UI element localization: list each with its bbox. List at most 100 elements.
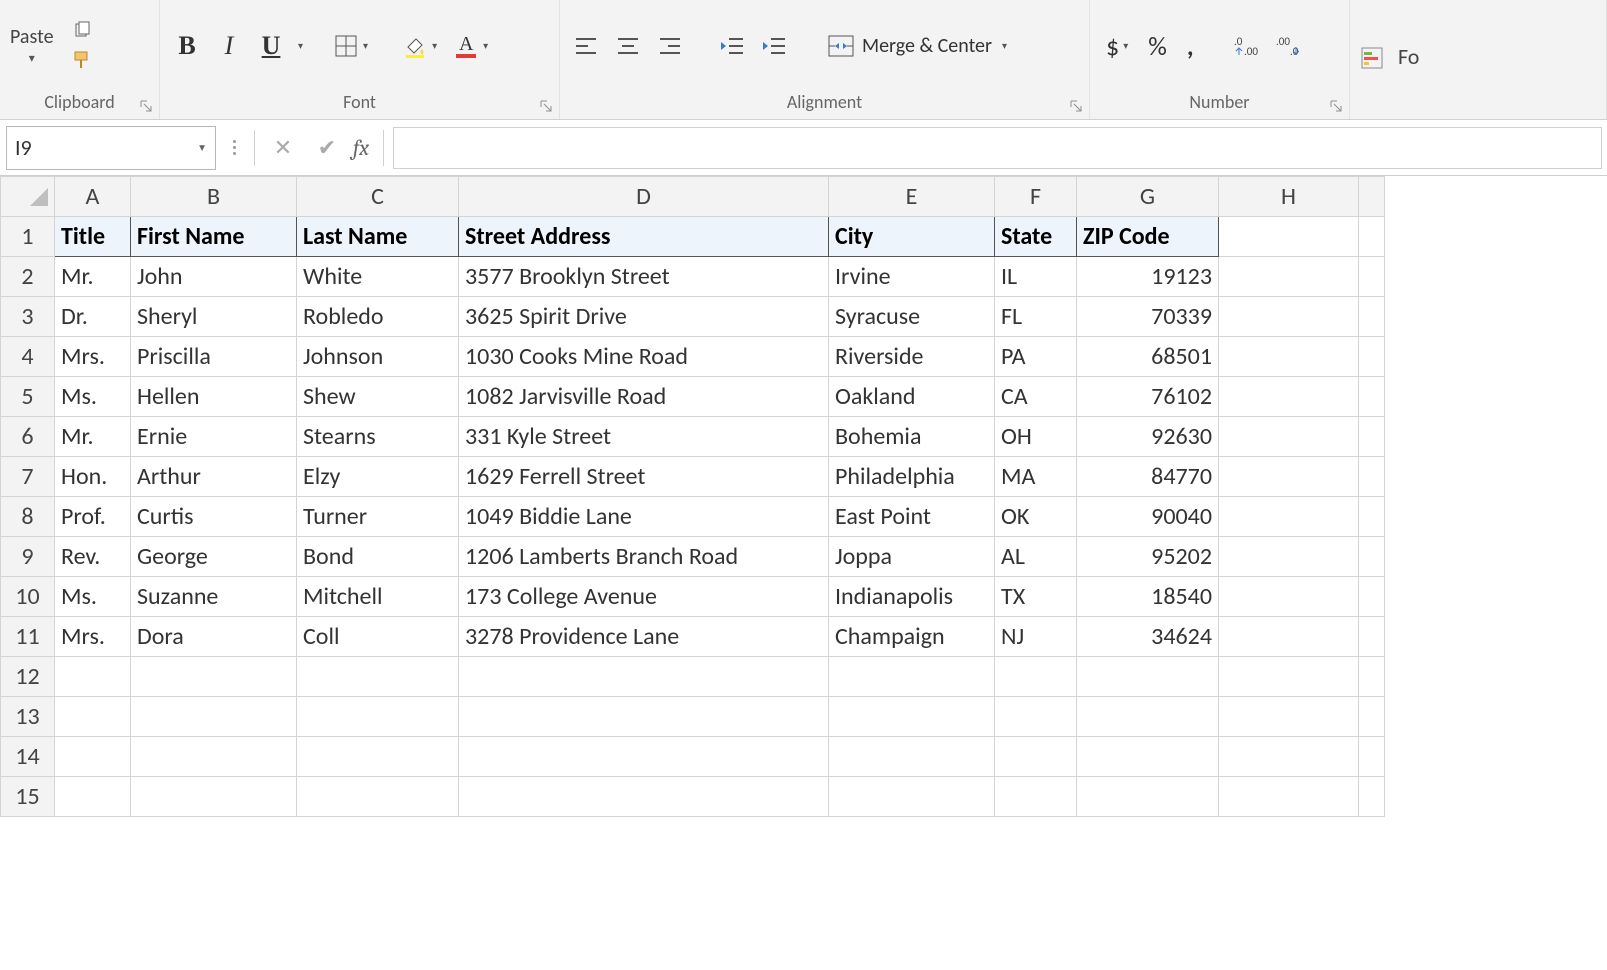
font-dialog-launcher-icon[interactable] bbox=[537, 97, 555, 115]
row-header-10[interactable]: 10 bbox=[1, 577, 55, 617]
row-header-6[interactable]: 6 bbox=[1, 417, 55, 457]
cell[interactable]: 95202 bbox=[1077, 537, 1219, 577]
cell[interactable] bbox=[1219, 617, 1359, 657]
cell[interactable] bbox=[1077, 737, 1219, 777]
cell[interactable] bbox=[1359, 337, 1385, 377]
name-box-dropdown-icon[interactable]: ▼ bbox=[197, 141, 207, 154]
conditional-format-partial[interactable] bbox=[1360, 43, 1384, 71]
cell[interactable] bbox=[1219, 497, 1359, 537]
cell[interactable] bbox=[1359, 497, 1385, 537]
cell[interactable] bbox=[1077, 777, 1219, 817]
cell[interactable] bbox=[995, 697, 1077, 737]
cell[interactable]: Elzy bbox=[297, 457, 459, 497]
cell[interactable] bbox=[1219, 337, 1359, 377]
cell[interactable]: 76102 bbox=[1077, 377, 1219, 417]
cell[interactable]: Ms. bbox=[55, 377, 131, 417]
cell[interactable] bbox=[459, 777, 829, 817]
align-center-icon[interactable] bbox=[612, 30, 644, 62]
cell[interactable]: Riverside bbox=[829, 337, 995, 377]
col-header-E[interactable]: E bbox=[829, 177, 995, 217]
cell[interactable] bbox=[55, 737, 131, 777]
spreadsheet-grid[interactable]: A B C D E F G H 1TitleFirst NameLast Nam… bbox=[0, 176, 1385, 817]
cell[interactable]: John bbox=[131, 257, 297, 297]
col-header-H[interactable]: H bbox=[1219, 177, 1359, 217]
cell[interactable]: 1049 Biddie Lane bbox=[459, 497, 829, 537]
cell[interactable]: CA bbox=[995, 377, 1077, 417]
cell[interactable] bbox=[1219, 777, 1359, 817]
cell[interactable] bbox=[1359, 777, 1385, 817]
cell[interactable] bbox=[1077, 697, 1219, 737]
cell[interactable]: Mrs. bbox=[55, 617, 131, 657]
cell[interactable]: 34624 bbox=[1077, 617, 1219, 657]
cell[interactable] bbox=[1219, 377, 1359, 417]
cell[interactable]: Hellen bbox=[131, 377, 297, 417]
cell[interactable]: Mr. bbox=[55, 417, 131, 457]
paste-button[interactable]: Paste bbox=[10, 25, 54, 49]
cell[interactable] bbox=[1359, 657, 1385, 697]
col-header-C[interactable]: C bbox=[297, 177, 459, 217]
cell[interactable] bbox=[459, 697, 829, 737]
formula-input[interactable] bbox=[394, 128, 1601, 168]
cell[interactable]: Dr. bbox=[55, 297, 131, 337]
cell[interactable] bbox=[1359, 617, 1385, 657]
row-header-3[interactable]: 3 bbox=[1, 297, 55, 337]
cell[interactable]: Rev. bbox=[55, 537, 131, 577]
cell[interactable]: 3278 Providence Lane bbox=[459, 617, 829, 657]
cell[interactable] bbox=[459, 657, 829, 697]
fill-color-button[interactable]: ▾ bbox=[398, 31, 441, 61]
merge-center-button[interactable]: Merge & Center ▾ bbox=[820, 30, 1015, 62]
clipboard-dialog-launcher-icon[interactable] bbox=[137, 97, 155, 115]
cell[interactable]: 19123 bbox=[1077, 257, 1219, 297]
number-dialog-launcher-icon[interactable] bbox=[1327, 97, 1345, 115]
cell[interactable]: 90040 bbox=[1077, 497, 1219, 537]
cell[interactable]: NJ bbox=[995, 617, 1077, 657]
cell[interactable]: Prof. bbox=[55, 497, 131, 537]
cell[interactable] bbox=[131, 777, 297, 817]
cell[interactable]: FL bbox=[995, 297, 1077, 337]
cell[interactable]: 331 Kyle Street bbox=[459, 417, 829, 457]
cell[interactable]: Syracuse bbox=[829, 297, 995, 337]
decrease-decimal-icon[interactable]: .00.0 bbox=[1272, 29, 1306, 63]
row-header-5[interactable]: 5 bbox=[1, 377, 55, 417]
alignment-dialog-launcher-icon[interactable] bbox=[1067, 97, 1085, 115]
spreadsheet-area[interactable]: A B C D E F G H 1TitleFirst NameLast Nam… bbox=[0, 176, 1607, 970]
cell[interactable] bbox=[995, 657, 1077, 697]
cell[interactable]: Coll bbox=[297, 617, 459, 657]
cell[interactable] bbox=[829, 777, 995, 817]
cell[interactable] bbox=[1219, 217, 1359, 257]
cell[interactable] bbox=[131, 697, 297, 737]
cell[interactable] bbox=[1219, 697, 1359, 737]
cell[interactable]: White bbox=[297, 257, 459, 297]
cell[interactable]: 68501 bbox=[1077, 337, 1219, 377]
confirm-entry-icon[interactable]: ✔ bbox=[309, 130, 345, 166]
cell[interactable] bbox=[1359, 417, 1385, 457]
col-header-F[interactable]: F bbox=[995, 177, 1077, 217]
cell[interactable] bbox=[131, 737, 297, 777]
cell[interactable]: Stearns bbox=[297, 417, 459, 457]
comma-format-button[interactable]: , bbox=[1181, 28, 1200, 64]
cell[interactable] bbox=[1219, 657, 1359, 697]
row-header-11[interactable]: 11 bbox=[1, 617, 55, 657]
cell[interactable]: TX bbox=[995, 577, 1077, 617]
cell[interactable] bbox=[297, 777, 459, 817]
name-box[interactable]: I9 ▼ bbox=[6, 126, 216, 170]
cell[interactable]: Robledo bbox=[297, 297, 459, 337]
cell[interactable]: Bohemia bbox=[829, 417, 995, 457]
cell[interactable]: 173 College Avenue bbox=[459, 577, 829, 617]
cell[interactable]: 18540 bbox=[1077, 577, 1219, 617]
cell[interactable]: Shew bbox=[297, 377, 459, 417]
cell[interactable]: AL bbox=[995, 537, 1077, 577]
cell[interactable]: OH bbox=[995, 417, 1077, 457]
col-header-G[interactable]: G bbox=[1077, 177, 1219, 217]
borders-button[interactable]: ▾ bbox=[329, 31, 372, 61]
row-header-4[interactable]: 4 bbox=[1, 337, 55, 377]
cell[interactable]: OK bbox=[995, 497, 1077, 537]
cell[interactable]: 3577 Brooklyn Street bbox=[459, 257, 829, 297]
cell[interactable]: Ms. bbox=[55, 577, 131, 617]
cell[interactable] bbox=[829, 697, 995, 737]
percent-format-button[interactable]: % bbox=[1142, 28, 1173, 64]
cell[interactable]: Hon. bbox=[55, 457, 131, 497]
cell[interactable]: 70339 bbox=[1077, 297, 1219, 337]
cell[interactable]: Champaign bbox=[829, 617, 995, 657]
cell[interactable] bbox=[1359, 257, 1385, 297]
